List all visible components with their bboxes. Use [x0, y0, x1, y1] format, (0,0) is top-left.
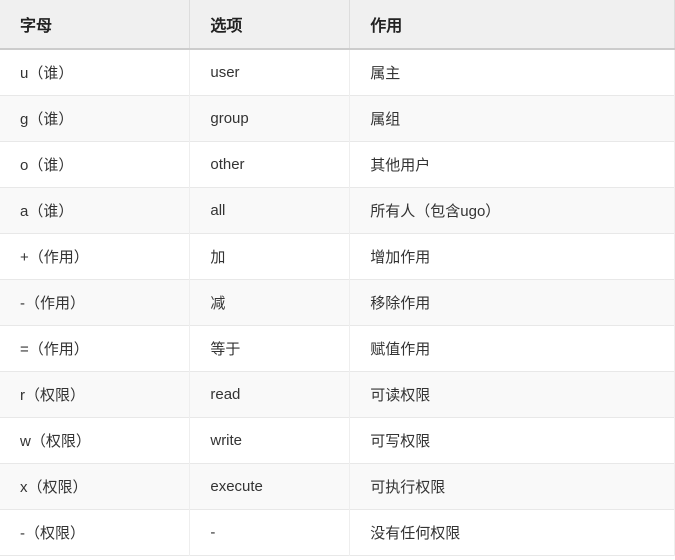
cell-role: 所有人（包含ugo）: [350, 188, 675, 234]
table-row: r（权限）read可读权限: [0, 372, 675, 418]
cell-role: 赋值作用: [350, 326, 675, 372]
cell-letter: +（作用）: [0, 234, 190, 280]
cell-option: all: [190, 188, 350, 234]
table-row: x（权限）execute可执行权限: [0, 464, 675, 510]
table-row: o（谁）other其他用户: [0, 142, 675, 188]
table-row: =（作用）等于赋值作用: [0, 326, 675, 372]
cell-role: 增加作用: [350, 234, 675, 280]
cell-option: 等于: [190, 326, 350, 372]
table-row: +（作用）加增加作用: [0, 234, 675, 280]
cell-role: 可执行权限: [350, 464, 675, 510]
cell-option: write: [190, 418, 350, 464]
table-row: g（谁）group属组: [0, 96, 675, 142]
cell-option: user: [190, 49, 350, 96]
cell-option: execute: [190, 464, 350, 510]
cell-role: 可写权限: [350, 418, 675, 464]
cell-option: group: [190, 96, 350, 142]
cell-letter: =（作用）: [0, 326, 190, 372]
cell-letter: o（谁）: [0, 142, 190, 188]
cell-letter: u（谁）: [0, 49, 190, 96]
permissions-table: 字母 选项 作用 u（谁）user属主g（谁）group属组o（谁）other其…: [0, 0, 675, 556]
cell-letter: x（权限）: [0, 464, 190, 510]
header-letter: 字母: [0, 0, 190, 49]
cell-letter: -（作用）: [0, 280, 190, 326]
cell-option: other: [190, 142, 350, 188]
cell-role: 属组: [350, 96, 675, 142]
cell-option: 加: [190, 234, 350, 280]
cell-letter: a（谁）: [0, 188, 190, 234]
cell-letter: -（权限）: [0, 510, 190, 556]
table-row: a（谁）all所有人（包含ugo）: [0, 188, 675, 234]
cell-role: 移除作用: [350, 280, 675, 326]
header-option: 选项: [190, 0, 350, 49]
cell-letter: r（权限）: [0, 372, 190, 418]
cell-role: 属主: [350, 49, 675, 96]
cell-letter: w（权限）: [0, 418, 190, 464]
table-row: w（权限）write可写权限: [0, 418, 675, 464]
cell-role: 可读权限: [350, 372, 675, 418]
cell-option: 减: [190, 280, 350, 326]
table-row: -（作用）减移除作用: [0, 280, 675, 326]
cell-role: 没有任何权限: [350, 510, 675, 556]
cell-role: 其他用户: [350, 142, 675, 188]
cell-option: -: [190, 510, 350, 556]
cell-letter: g（谁）: [0, 96, 190, 142]
header-role: 作用: [350, 0, 675, 49]
table-row: u（谁）user属主: [0, 49, 675, 96]
table-header-row: 字母 选项 作用: [0, 0, 675, 49]
table-row: -（权限）-没有任何权限: [0, 510, 675, 556]
cell-option: read: [190, 372, 350, 418]
